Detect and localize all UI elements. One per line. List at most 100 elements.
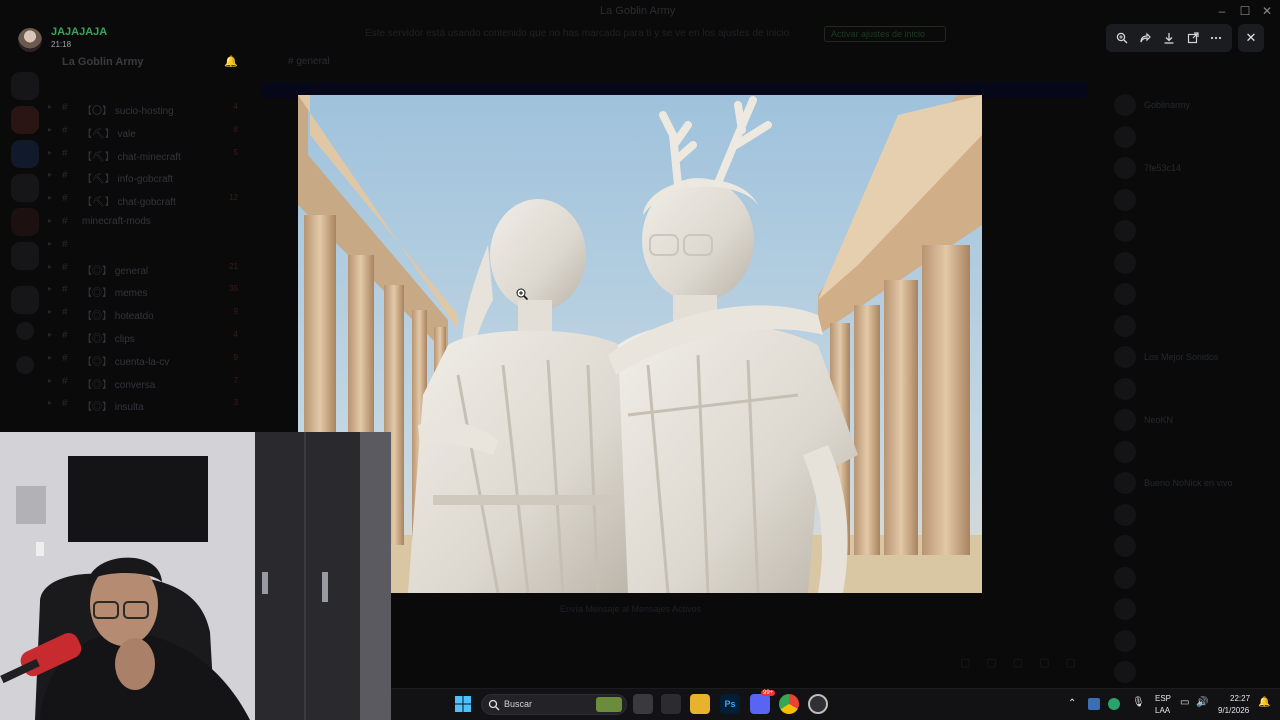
close-icon[interactable]: ✕ <box>1238 24 1264 52</box>
minimize-button[interactable]: – <box>1212 4 1232 18</box>
avatar <box>1114 535 1136 557</box>
channel-badge: 9 <box>233 307 238 317</box>
file-explorer-icon[interactable] <box>690 694 710 714</box>
hash-icon: # <box>62 329 68 341</box>
open-external-icon[interactable] <box>1183 28 1203 48</box>
channel-item[interactable]: ▸ # 【◎】 insulta 3 <box>46 398 246 421</box>
member-item[interactable] <box>1110 626 1270 658</box>
channel-item[interactable]: ▸ # 【◎】 general 21 <box>46 262 246 285</box>
language-bottom[interactable]: LAA <box>1155 706 1170 715</box>
channel-title: # general <box>288 56 330 67</box>
channel-item[interactable]: ▸ # 【⛏】 vale 8 <box>46 125 246 148</box>
channel-badge: 3 <box>233 398 238 408</box>
chevron-up-icon[interactable]: ⌃ <box>1068 698 1076 709</box>
channel-item[interactable]: ▸ # 【〇】 sucio-hosting 4 <box>46 102 246 125</box>
search-icon <box>488 698 500 716</box>
member-item[interactable]: Goblinarmy <box>1110 90 1270 122</box>
channel-item[interactable]: ▸ # 【◎】 conversa 7 <box>46 376 246 399</box>
tray-app-icon[interactable] <box>1108 698 1120 710</box>
channel-badge: 4 <box>233 102 238 111</box>
photoshop-icon[interactable]: Ps <box>720 694 740 714</box>
language-top[interactable]: ESP <box>1155 694 1171 703</box>
clock-time[interactable]: 22:27 <box>1230 694 1250 703</box>
message-input[interactable]: Envía Mensaje al Mensajes Activos <box>560 604 800 624</box>
member-item[interactable] <box>1110 185 1270 217</box>
member-item[interactable] <box>1110 437 1270 469</box>
server-icon[interactable] <box>11 286 39 314</box>
maximize-button[interactable]: ☐ <box>1235 4 1255 18</box>
app-icon[interactable] <box>661 694 681 714</box>
download-icon[interactable] <box>1159 28 1179 48</box>
avatar <box>1114 661 1136 683</box>
forward-icon[interactable] <box>1135 28 1155 48</box>
member-item[interactable] <box>1110 563 1270 595</box>
member-item[interactable] <box>1110 657 1270 689</box>
hash-icon: # <box>62 284 68 296</box>
chevron-right-icon: ▸ <box>48 147 53 157</box>
channel-item[interactable]: ▸ # 【◎】 hoteatdo 9 <box>46 307 246 330</box>
channel-item[interactable]: ▸ # 【◎】 cuenta-la-cv 9 <box>46 353 246 376</box>
mic-icon[interactable]: 🎙 <box>1132 697 1145 708</box>
chrome-icon[interactable] <box>779 694 799 714</box>
explore-icon[interactable] <box>16 356 34 374</box>
volume-icon[interactable]: 🔊 <box>1196 697 1208 708</box>
app-icon-2[interactable] <box>808 694 828 714</box>
member-item[interactable] <box>1110 122 1270 154</box>
member-item[interactable] <box>1110 248 1270 280</box>
add-server-icon[interactable] <box>16 322 34 340</box>
member-item[interactable] <box>1110 216 1270 248</box>
member-item[interactable] <box>1110 374 1270 406</box>
member-item[interactable] <box>1110 500 1270 532</box>
channel-badge: 21 <box>229 261 238 271</box>
channel-name: 【◎】 memes <box>82 288 148 300</box>
channel-item[interactable]: ▸ # minecraft-mods <box>46 216 246 239</box>
member-item[interactable]: NeoKN <box>1110 405 1270 437</box>
tray-app-icon[interactable] <box>1088 698 1100 710</box>
notification-icon[interactable]: 🔔 <box>1258 697 1270 708</box>
clock-date[interactable]: 9/1/2026 <box>1218 706 1249 715</box>
taskbar-search[interactable]: Buscar <box>481 694 627 715</box>
channel-item[interactable]: ▸ # 【◎】 clips 4 <box>46 330 246 353</box>
server-icon[interactable] <box>11 242 39 270</box>
avatar <box>1114 346 1136 368</box>
server-icon[interactable] <box>11 174 39 202</box>
channel-badge: 35 <box>229 284 238 294</box>
member-item[interactable] <box>1110 311 1270 343</box>
member-item[interactable] <box>1110 531 1270 563</box>
viewer-toolbar <box>1106 24 1232 52</box>
server-icon[interactable] <box>11 106 39 134</box>
member-item[interactable] <box>1110 594 1270 626</box>
server-icon[interactable] <box>11 72 39 100</box>
start-icon[interactable] <box>453 694 473 714</box>
channel-name: 【⛏】 vale <box>82 128 136 140</box>
channel-item[interactable]: ▸ # 【⛏】 info-gobcraft <box>46 170 246 193</box>
server-icon[interactable] <box>11 140 39 168</box>
chevron-right-icon: ▸ <box>48 398 53 408</box>
channel-item[interactable]: ▸ # 【⛏】 chat-gobcraft 12 <box>46 193 246 216</box>
window-title: La Goblin Army <box>600 5 676 17</box>
avatar <box>1114 220 1136 242</box>
channel-name: 【⛏】 chat-gobcraft <box>82 197 176 209</box>
window-close-button[interactable]: ✕ <box>1257 4 1277 18</box>
channel-item[interactable]: ▸ # 【◎】 memes 35 <box>46 284 246 307</box>
more-icon[interactable] <box>1206 28 1226 48</box>
chevron-right-icon: ▸ <box>48 238 53 248</box>
channel-item[interactable]: ▸ # 【⛏】 chat-minecraft 5 <box>46 148 246 171</box>
member-item[interactable]: Bueno NoNick en vivo <box>1110 468 1270 500</box>
channel-item[interactable]: ▸ # <box>46 239 246 262</box>
server-name[interactable]: La Goblin Army <box>62 56 144 68</box>
member-item[interactable]: Los Mejor Sonidos <box>1110 342 1270 374</box>
bell-icon[interactable]: 🔔 <box>224 55 238 68</box>
discord-icon[interactable]: 99+ <box>750 690 776 714</box>
zoom-icon[interactable] <box>1112 28 1132 48</box>
task-view-icon[interactable] <box>633 694 653 714</box>
notice-button[interactable]: Activar ajustes de inicio <box>824 26 946 42</box>
member-item[interactable]: 7fe53c14 <box>1110 153 1270 185</box>
attachment-image[interactable] <box>298 95 982 593</box>
network-icon[interactable]: ▭ <box>1180 697 1189 708</box>
member-item[interactable] <box>1110 279 1270 311</box>
channel-badge: 4 <box>233 329 238 339</box>
server-icon[interactable] <box>11 208 39 236</box>
avatar[interactable] <box>18 28 42 52</box>
uploader-name[interactable]: JAJAJAJA <box>51 26 107 38</box>
